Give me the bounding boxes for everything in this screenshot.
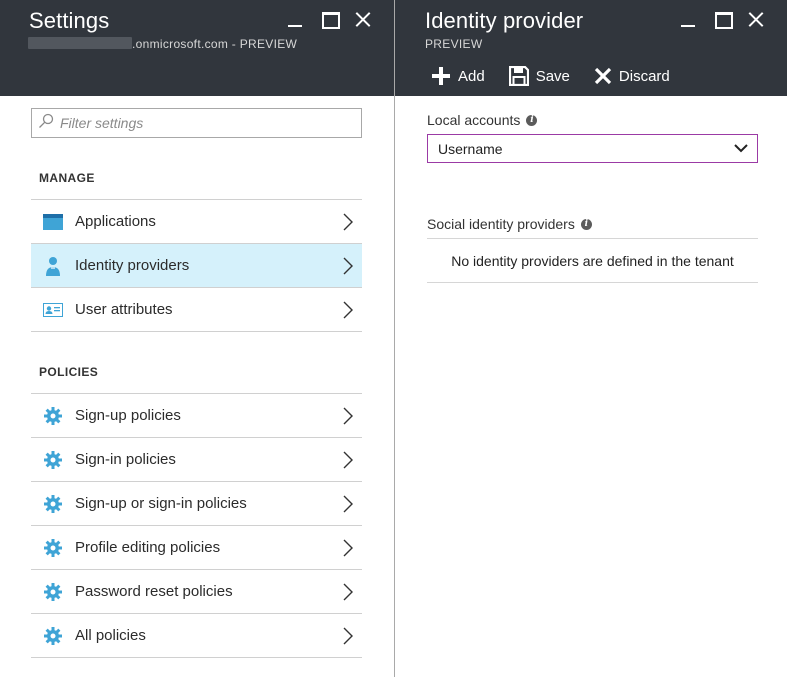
chevron-right-icon <box>343 407 353 425</box>
menu-item-sign-in-policies[interactable]: Sign-in policies <box>31 438 362 482</box>
menu-item-label: Sign-up or sign-in policies <box>75 495 247 512</box>
social-providers-empty-text: No identity providers are defined in the… <box>451 252 734 269</box>
menu-item-sign-up-or-sign-in-policies[interactable]: Sign-up or sign-in policies <box>31 482 362 526</box>
identity-provider-title: Identity provider <box>425 8 584 33</box>
add-button[interactable]: Add <box>431 66 485 86</box>
tenant-domain-text: .onmicrosoft.com - PREVIEW <box>132 37 298 51</box>
settings-blade-header: Settings .onmicrosoft.com - PREVIEW <box>0 0 394 96</box>
info-icon[interactable]: i <box>526 114 538 126</box>
menu-item-sign-up-policies[interactable]: Sign-up policies <box>31 394 362 438</box>
maximize-icon[interactable] <box>705 8 739 30</box>
manage-menu: Applications Identity providers User att… <box>31 199 362 332</box>
discard-x-icon <box>594 67 612 85</box>
chevron-right-icon <box>343 257 353 275</box>
manage-section-title: MANAGE <box>39 171 95 185</box>
chevron-right-icon <box>343 301 353 319</box>
command-toolbar: Add Save Discard <box>431 66 670 86</box>
close-icon[interactable] <box>739 8 773 30</box>
settings-blade: Settings .onmicrosoft.com - PREVIEW MANA… <box>0 0 394 677</box>
menu-item-all-policies[interactable]: All policies <box>31 614 362 658</box>
menu-item-identity-providers[interactable]: Identity providers <box>31 244 362 288</box>
chevron-right-icon <box>343 213 353 231</box>
local-accounts-dropdown[interactable]: Username <box>427 134 758 163</box>
social-providers-label-row: Social identity providers i <box>427 216 592 232</box>
discard-label: Discard <box>618 67 670 85</box>
menu-item-applications[interactable]: Applications <box>31 200 362 244</box>
menu-item-label: Sign-in policies <box>75 451 176 468</box>
chevron-right-icon <box>343 451 353 469</box>
social-providers-empty-state: No identity providers are defined in the… <box>427 238 758 283</box>
maximize-icon[interactable] <box>312 8 346 30</box>
user-attributes-icon <box>43 300 63 320</box>
chevron-right-icon <box>343 495 353 513</box>
minimize-icon[interactable] <box>278 8 312 30</box>
settings-window-controls <box>278 8 380 30</box>
gear-icon <box>43 626 63 646</box>
menu-item-label: All policies <box>75 627 146 644</box>
chevron-down-icon <box>734 144 748 153</box>
menu-item-profile-editing-policies[interactable]: Profile editing policies <box>31 526 362 570</box>
gear-icon <box>43 450 63 470</box>
local-accounts-selected-value: Username <box>438 140 503 157</box>
local-accounts-label: Local accounts <box>427 112 521 128</box>
local-accounts-label-row: Local accounts i <box>427 112 538 128</box>
gear-icon <box>43 406 63 426</box>
identity-provider-window-controls <box>671 8 773 30</box>
identity-provider-blade-header: Identity provider PREVIEW Add Save Disca… <box>395 0 787 96</box>
save-button[interactable]: Save <box>508 66 570 86</box>
redacted-tenant-name <box>28 37 132 49</box>
info-icon[interactable]: i <box>580 218 592 230</box>
filter-settings-field[interactable] <box>31 108 362 138</box>
identity-provider-subtitle: PREVIEW <box>425 37 483 51</box>
save-icon <box>508 66 529 86</box>
policies-section-title: POLICIES <box>39 365 99 379</box>
close-icon[interactable] <box>346 8 380 30</box>
identity-provider-blade: Identity provider PREVIEW Add Save Disca… <box>395 0 787 677</box>
menu-item-label: Password reset policies <box>75 583 233 600</box>
menu-item-label: Identity providers <box>75 257 190 274</box>
filter-settings-input[interactable] <box>60 115 340 131</box>
social-providers-label: Social identity providers <box>427 216 575 232</box>
applications-icon <box>43 212 63 232</box>
settings-title: Settings <box>29 8 110 33</box>
policies-menu: Sign-up policies Sign-in policies Sign-u… <box>31 393 362 658</box>
search-icon <box>38 113 54 134</box>
chevron-right-icon <box>343 583 353 601</box>
menu-item-label: Profile editing policies <box>75 539 221 556</box>
identity-providers-icon <box>43 256 63 276</box>
menu-item-password-reset-policies[interactable]: Password reset policies <box>31 570 362 614</box>
chevron-right-icon <box>343 539 353 557</box>
menu-item-label: User attributes <box>75 301 173 318</box>
menu-item-label: Applications <box>75 213 156 230</box>
chevron-right-icon <box>343 627 353 645</box>
gear-icon <box>43 494 63 514</box>
gear-icon <box>43 582 63 602</box>
minimize-icon[interactable] <box>671 8 705 30</box>
menu-item-label: Sign-up policies <box>75 407 181 424</box>
plus-icon <box>432 67 450 85</box>
menu-item-user-attributes[interactable]: User attributes <box>31 288 362 332</box>
add-label: Add <box>458 67 485 85</box>
save-label: Save <box>535 67 570 85</box>
discard-button[interactable]: Discard <box>594 66 670 86</box>
settings-subtitle: .onmicrosoft.com - PREVIEW <box>28 37 297 51</box>
gear-icon <box>43 538 63 558</box>
